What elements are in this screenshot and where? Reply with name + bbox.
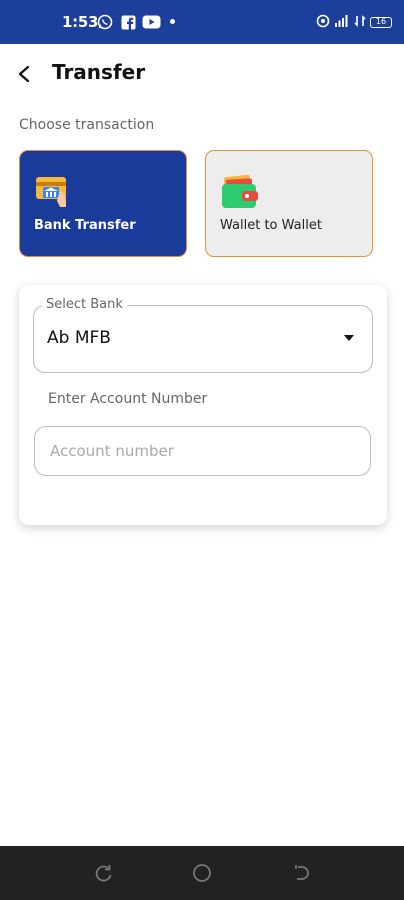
home-icon[interactable]: [189, 860, 215, 886]
account-number-label: Enter Account Number: [48, 391, 208, 407]
recent-apps-icon[interactable]: [91, 860, 117, 886]
wallet-icon: [220, 173, 260, 213]
back-button[interactable]: [10, 60, 38, 88]
bank-transfer-label: Bank Transfer: [34, 218, 136, 233]
back-nav-icon[interactable]: [288, 860, 314, 886]
select-bank-dropdown[interactable]: Select Bank Ab MFB: [33, 297, 373, 373]
selected-bank-value: Ab MFB: [47, 328, 111, 348]
bank-transfer-card[interactable]: Bank Transfer: [19, 150, 187, 257]
page-title: Transfer: [52, 60, 146, 84]
status-time: 1:53: [62, 13, 99, 31]
app-header: Transfer: [0, 44, 404, 104]
hotspot-icon: [316, 13, 330, 32]
select-bank-label: Select Bank: [42, 297, 127, 312]
facebook-icon: [120, 14, 136, 30]
whatsapp-icon: [97, 14, 113, 30]
status-indicators: 16: [316, 13, 392, 32]
choose-transaction-label: Choose transaction: [19, 117, 155, 133]
signal-icon: [334, 13, 350, 32]
transfer-form-card: Select Bank Ab MFB Enter Account Number: [19, 285, 387, 525]
bank-card-icon: [34, 173, 74, 213]
chevron-left-icon: [18, 65, 30, 83]
status-bar: 1:53 16: [0, 0, 404, 44]
battery-level: 16: [375, 17, 387, 26]
battery-icon: 16: [370, 17, 392, 28]
account-number-input[interactable]: [34, 426, 371, 476]
wallet-to-wallet-card[interactable]: Wallet to Wallet: [205, 150, 373, 257]
data-icon: [354, 13, 366, 32]
notification-dot: [170, 19, 175, 24]
dropdown-arrow-icon: [344, 335, 354, 341]
wallet-to-wallet-label: Wallet to Wallet: [220, 218, 322, 233]
youtube-icon: [141, 14, 161, 30]
system-nav-bar: [0, 846, 404, 900]
